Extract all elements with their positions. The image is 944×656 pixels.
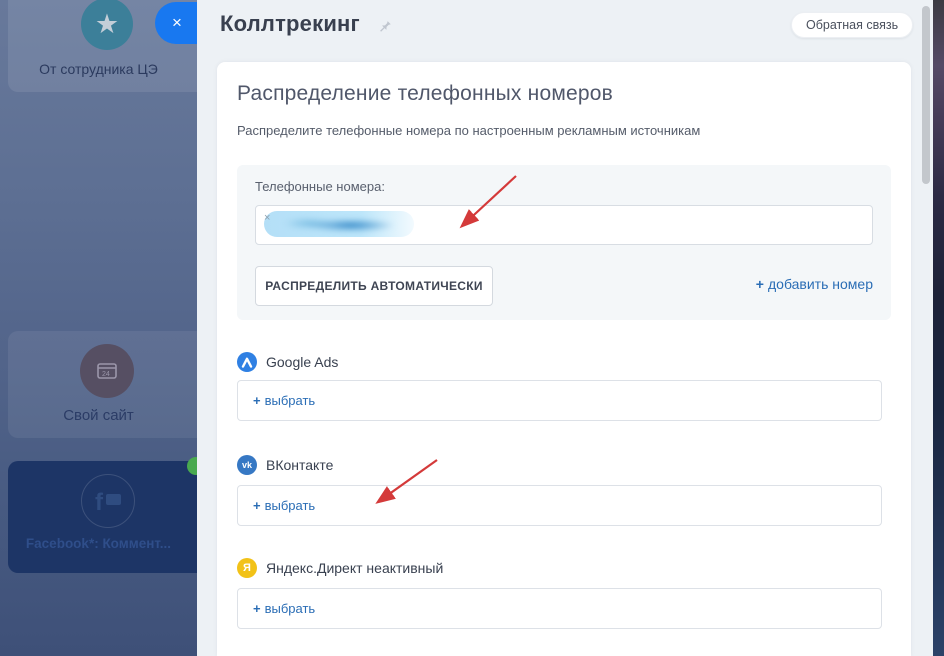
website-icon: 24 xyxy=(80,344,134,398)
choose-link[interactable]: выбрать xyxy=(265,393,316,408)
facebook-comments-icon: f xyxy=(81,474,135,528)
source-header-yandex-direct: Я Яндекс.Директ неактивный xyxy=(237,558,443,578)
section-subtitle: Распределите телефонные номера по настро… xyxy=(237,123,700,138)
source-header-vk: vk ВКонтакте xyxy=(237,455,333,475)
redacted-phone-chip[interactable] xyxy=(264,211,414,237)
section-title: Распределение телефонных номеров xyxy=(237,82,613,106)
source-name: Яндекс.Директ неактивный xyxy=(266,560,443,576)
plus-icon: + xyxy=(253,498,261,513)
vertical-scrollbar-thumb[interactable] xyxy=(922,6,930,184)
plus-icon: + xyxy=(253,601,261,616)
select-numbers-vk[interactable]: + выбрать xyxy=(237,485,882,526)
desktop-background-edge xyxy=(933,0,944,656)
integrations-background: ★ × От сотрудника ЦЭ 24 Свой сайт f Face… xyxy=(0,0,197,656)
vk-icon: vk xyxy=(237,455,257,475)
choose-link[interactable]: выбрать xyxy=(265,498,316,513)
plus-icon: + xyxy=(253,393,261,408)
blurred-phone-number xyxy=(264,211,414,237)
star-icon: ★ xyxy=(81,0,133,50)
close-overlay-button[interactable]: × xyxy=(155,2,197,44)
distribution-card: Распределение телефонных номеров Распред… xyxy=(217,62,911,656)
feedback-button[interactable]: Обратная связь xyxy=(791,12,913,38)
chip-remove-icon[interactable]: × xyxy=(264,212,270,224)
yandex-direct-icon: Я xyxy=(237,558,257,578)
tile-label-own-site: Свой сайт xyxy=(0,407,197,424)
phone-numbers-input[interactable]: × xyxy=(255,205,873,245)
choose-link[interactable]: выбрать xyxy=(265,601,316,616)
tile-label-facebook: Facebook*: Коммент... xyxy=(0,536,197,551)
add-number-link[interactable]: +добавить номер xyxy=(756,276,873,292)
distribute-automatically-button[interactable]: РАСПРЕДЕЛИТЬ АВТОМАТИЧЕСКИ xyxy=(255,266,493,306)
app-window: ★ × От сотрудника ЦЭ 24 Свой сайт f Face… xyxy=(0,0,944,656)
phone-numbers-panel: Телефонные номера: × РАСПРЕДЕЛИТЬ АВТОМА… xyxy=(237,165,891,320)
page-title: Коллтрекинг xyxy=(220,11,360,37)
select-numbers-google-ads[interactable]: + выбрать xyxy=(237,380,882,421)
calltracking-panel: Коллтрекинг Обратная связь Распределение… xyxy=(197,0,933,656)
source-header-google-ads: Google Ads xyxy=(237,352,338,372)
select-numbers-yandex-direct[interactable]: + выбрать xyxy=(237,588,882,629)
source-name: ВКонтакте xyxy=(266,457,333,473)
google-ads-icon xyxy=(237,352,257,372)
tile-label-employee: От сотрудника ЦЭ xyxy=(0,61,197,77)
close-icon: × xyxy=(172,13,182,33)
pin-icon[interactable] xyxy=(377,18,392,38)
source-name: Google Ads xyxy=(266,354,338,370)
phone-numbers-label: Телефонные номера: xyxy=(255,179,385,194)
plus-icon: + xyxy=(756,276,764,292)
svg-text:24: 24 xyxy=(102,371,110,378)
